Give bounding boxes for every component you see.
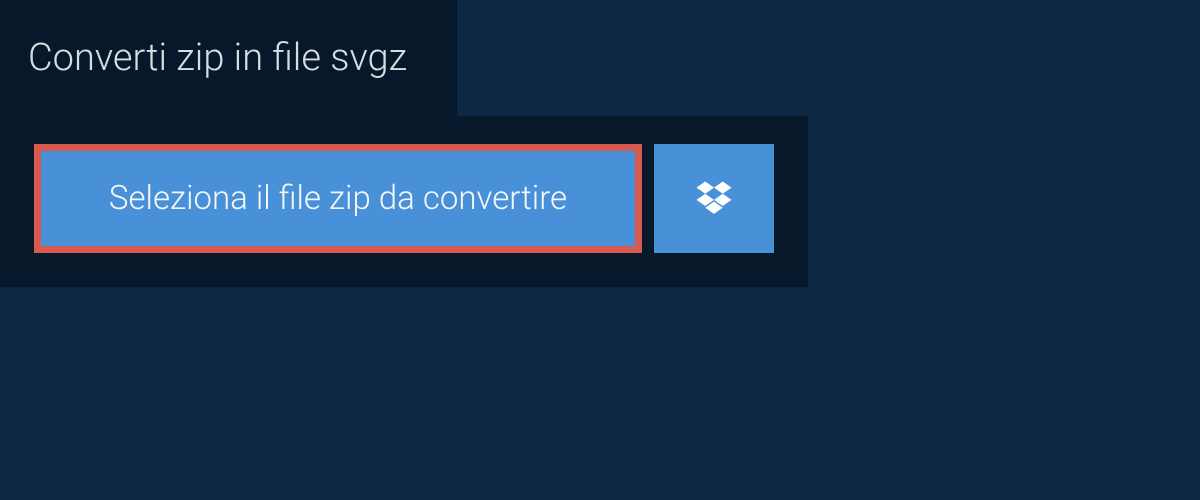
tab-header: Converti zip in file svgz [0, 0, 457, 116]
select-file-button[interactable]: Seleziona il file zip da convertire [34, 144, 642, 253]
select-file-label: Seleziona il file zip da convertire [109, 179, 567, 218]
dropbox-button[interactable] [654, 144, 774, 253]
dropbox-icon [693, 178, 735, 220]
page-title: Converti zip in file svgz [28, 36, 407, 80]
upload-panel: Seleziona il file zip da convertire [0, 116, 808, 287]
